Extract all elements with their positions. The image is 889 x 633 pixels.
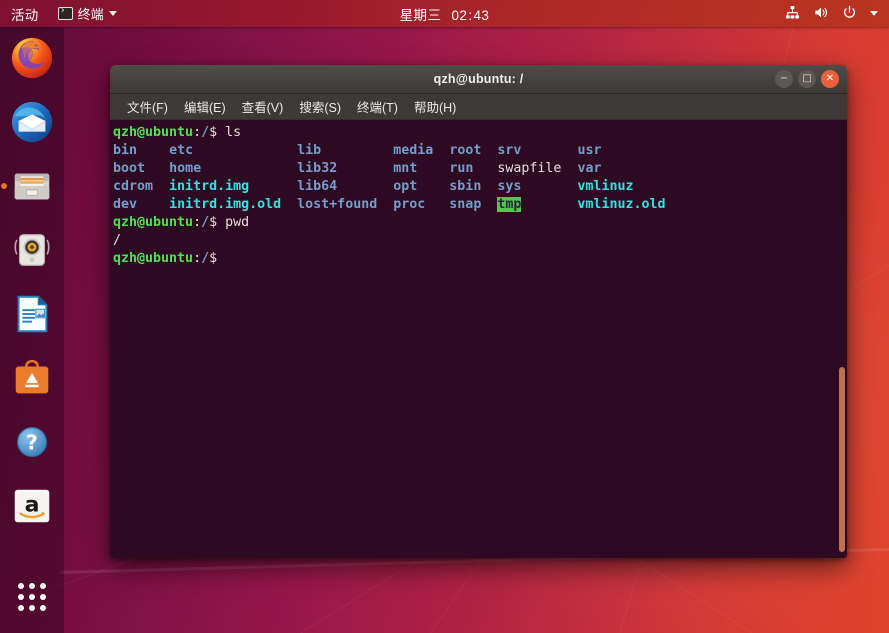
network-wired-icon[interactable] bbox=[785, 5, 800, 23]
terminal-scrollbar[interactable] bbox=[839, 120, 845, 558]
terminal-menubar: 文件(F) 编辑(E) 查看(V) 搜索(S) 终端(T) 帮助(H) bbox=[110, 94, 847, 120]
dock-item-thunderbird[interactable] bbox=[8, 98, 56, 146]
close-button[interactable]: ✕ bbox=[821, 70, 839, 88]
help-icon: ? bbox=[17, 427, 47, 457]
scrollbar-thumb[interactable] bbox=[839, 367, 845, 552]
dock-item-ubuntu-software[interactable] bbox=[8, 354, 56, 402]
dock-item-amazon[interactable]: a bbox=[8, 482, 56, 530]
app-grid-dot bbox=[18, 583, 24, 589]
menu-view[interactable]: 查看(V) bbox=[235, 94, 291, 119]
app-menu-label: 终端 bbox=[77, 7, 104, 22]
dock-item-files[interactable] bbox=[1, 162, 56, 210]
window-title: qzh@ubuntu: / bbox=[433, 72, 524, 86]
rhythmbox-icon bbox=[14, 234, 50, 266]
activities-button[interactable]: 活动 bbox=[11, 4, 39, 24]
app-menu-terminal[interactable]: 终端 bbox=[57, 4, 117, 23]
app-grid-dot bbox=[29, 583, 35, 589]
window-controls: − □ ✕ bbox=[775, 70, 839, 88]
app-grid-dot bbox=[18, 594, 24, 600]
app-grid-dot bbox=[29, 594, 35, 600]
svg-text:a: a bbox=[25, 493, 40, 518]
amazon-icon: a bbox=[14, 489, 50, 523]
ubuntu-software-icon bbox=[15, 359, 49, 394]
libreoffice-writer-icon bbox=[17, 295, 48, 333]
clock-minute: 43 bbox=[473, 7, 490, 23]
app-grid-dot bbox=[29, 605, 35, 611]
app-grid-dot bbox=[18, 605, 24, 611]
dock-item-help[interactable]: ? bbox=[8, 418, 56, 466]
menu-help[interactable]: 帮助(H) bbox=[407, 94, 463, 119]
minimize-button[interactable]: − bbox=[775, 70, 793, 88]
chevron-down-icon bbox=[108, 11, 117, 16]
menu-file[interactable]: 文件(F) bbox=[120, 94, 175, 119]
maximize-icon: □ bbox=[802, 73, 812, 84]
terminal-text: qzh@ubuntu:/$ ls bin etc lib media root … bbox=[113, 125, 666, 266]
thunderbird-icon bbox=[11, 101, 53, 143]
files-icon bbox=[14, 173, 50, 200]
close-icon: ✕ bbox=[825, 73, 835, 84]
terminal-window: qzh@ubuntu: / − □ ✕ 文件(F) 编辑(E) 查看(V) 搜索… bbox=[110, 65, 847, 558]
minimize-icon: − bbox=[779, 73, 789, 84]
maximize-button[interactable]: □ bbox=[798, 70, 816, 88]
volume-icon[interactable] bbox=[813, 5, 829, 23]
clock[interactable]: 星期三 02:43 bbox=[315, 4, 575, 24]
terminal-titlebar[interactable]: qzh@ubuntu: / − □ ✕ bbox=[110, 65, 847, 94]
clock-separator: : bbox=[468, 7, 473, 23]
show-applications-button[interactable] bbox=[8, 573, 56, 621]
clock-hour: 02 bbox=[451, 7, 468, 23]
system-menu-caret-icon[interactable] bbox=[870, 11, 878, 16]
wallpaper-line bbox=[639, 560, 889, 633]
menu-search[interactable]: 搜索(S) bbox=[292, 94, 348, 119]
app-grid-dot bbox=[40, 583, 46, 589]
clock-day: 星期三 bbox=[399, 7, 442, 23]
dock: ? a bbox=[0, 27, 64, 633]
dock-item-rhythmbox[interactable] bbox=[8, 226, 56, 274]
system-indicators[interactable] bbox=[785, 5, 889, 23]
firefox-icon bbox=[11, 37, 53, 79]
svg-text:?: ? bbox=[26, 431, 38, 455]
power-icon[interactable] bbox=[842, 5, 857, 23]
terminal-icon bbox=[57, 5, 73, 20]
menu-edit[interactable]: 编辑(E) bbox=[177, 94, 233, 119]
menu-terminal[interactable]: 终端(T) bbox=[350, 94, 405, 119]
top-bar: 活动 终端 星期三 02:43 bbox=[0, 0, 889, 27]
running-indicator-dot bbox=[1, 183, 7, 189]
terminal-content-area[interactable]: qzh@ubuntu:/$ ls bin etc lib media root … bbox=[110, 120, 847, 558]
app-grid-dot bbox=[40, 605, 46, 611]
dock-item-libreoffice-writer[interactable] bbox=[8, 290, 56, 338]
app-grid-dot bbox=[40, 594, 46, 600]
dock-item-firefox[interactable] bbox=[8, 34, 56, 82]
